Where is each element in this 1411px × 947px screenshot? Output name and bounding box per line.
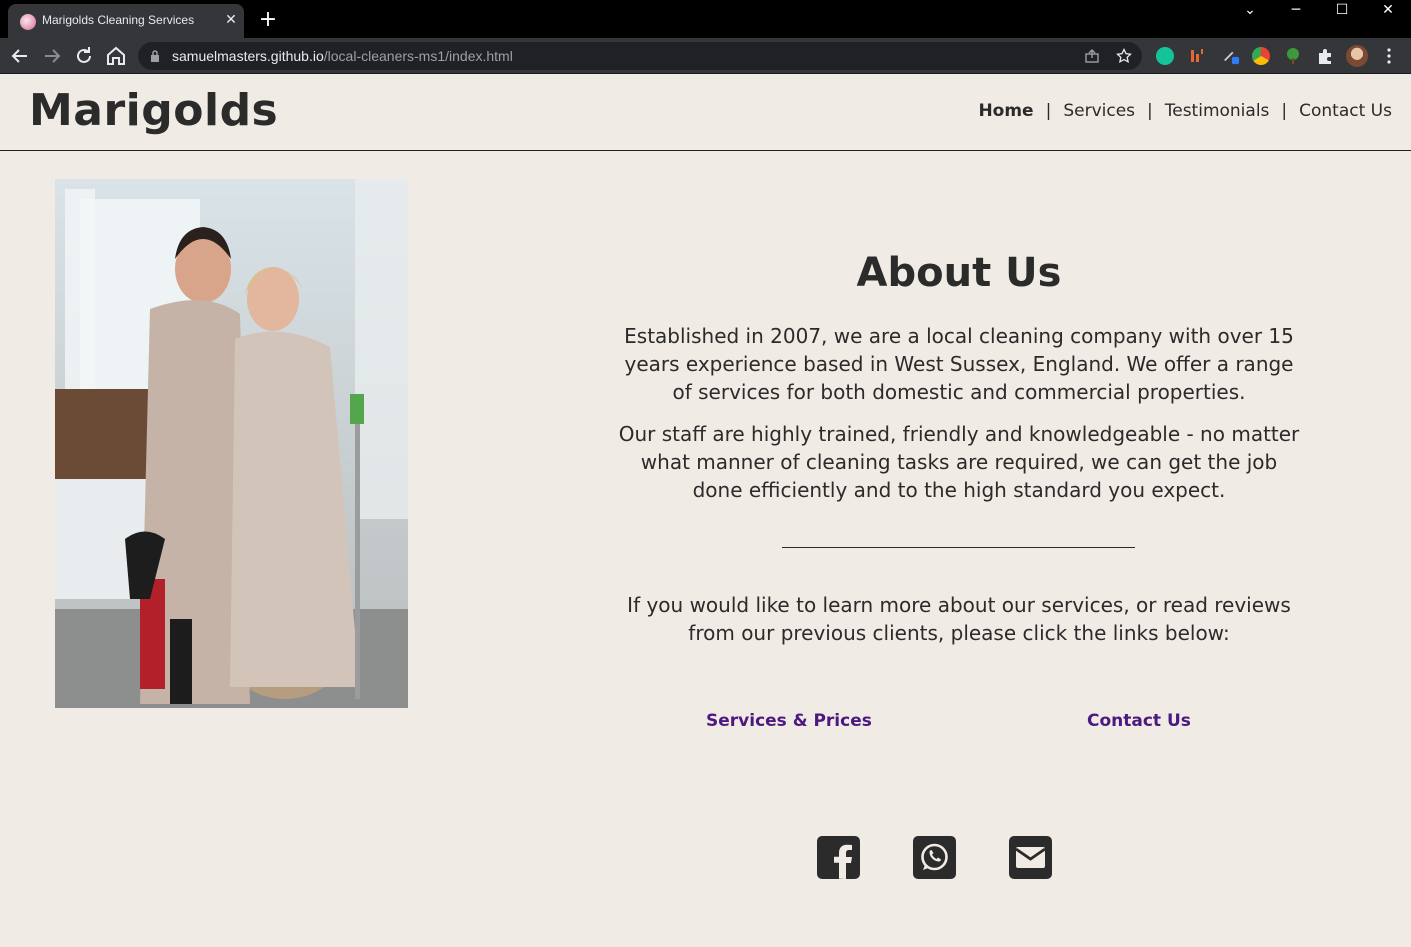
window-close-icon[interactable]: ✕ [1378, 0, 1398, 20]
facebook-icon[interactable] [817, 836, 860, 879]
lock-icon[interactable] [150, 50, 160, 62]
services-prices-link[interactable]: Services & Prices [706, 711, 872, 731]
nav-testimonials[interactable]: Testimonials [1165, 101, 1270, 121]
forward-arrow-icon[interactable] [40, 44, 64, 68]
maximize-icon[interactable]: ☐ [1332, 0, 1352, 20]
section-divider [782, 547, 1135, 548]
browser-tab-bar: Marigolds Cleaning Services ✕ + ⌄ ─ ☐ ✕ [0, 0, 1411, 38]
nav-separator: | [1045, 101, 1052, 121]
brand-logo[interactable]: Marigolds [29, 85, 278, 136]
whatsapp-icon[interactable] [913, 836, 956, 879]
minimize-icon[interactable]: ─ [1286, 0, 1306, 20]
url-text[interactable]: samuelmasters.github.io/local-cleaners-m… [172, 48, 513, 64]
browser-toolbar: samuelmasters.github.io/local-cleaners-m… [0, 38, 1411, 74]
main-nav: Home | Services | Testimonials | Contact… [978, 101, 1392, 121]
reload-icon[interactable] [72, 44, 96, 68]
cleaners-illustration [55, 179, 408, 708]
flower-favicon-icon [20, 14, 36, 30]
back-arrow-icon[interactable] [8, 44, 32, 68]
nav-home[interactable]: Home [978, 101, 1033, 121]
chrome-color-extension-icon[interactable] [1252, 47, 1270, 65]
cleaners-photo [55, 179, 408, 708]
browser-tab[interactable]: Marigolds Cleaning Services ✕ [8, 4, 244, 38]
share-icon[interactable] [1084, 48, 1100, 64]
nav-contact-us[interactable]: Contact Us [1299, 101, 1392, 121]
profile-avatar[interactable] [1346, 45, 1368, 67]
cta-text: If you would like to learn more about ou… [627, 593, 1291, 645]
tab-search-icon[interactable]: ⌄ [1240, 0, 1260, 20]
nav-services[interactable]: Services [1063, 101, 1135, 121]
new-tab-button[interactable]: + [256, 8, 280, 32]
address-bar[interactable]: samuelmasters.github.io/local-cleaners-m… [138, 42, 1142, 70]
about-section: About Us Established in 2007, we are a l… [605, 250, 1313, 518]
email-icon[interactable] [1009, 836, 1052, 879]
contact-us-link[interactable]: Contact Us [1087, 711, 1191, 731]
about-paragraph-1: Established in 2007, we are a local clea… [624, 324, 1294, 404]
tab-close-icon[interactable]: ✕ [222, 11, 240, 29]
grammarly-extension-icon[interactable] [1156, 47, 1174, 65]
about-title: About Us [856, 250, 1062, 296]
url-host: samuelmasters.github.io [172, 48, 324, 64]
dropper-extension-icon[interactable] [1222, 47, 1240, 65]
tab-title: Marigolds Cleaning Services [42, 13, 195, 27]
nav-separator: | [1147, 101, 1153, 121]
home-icon[interactable] [104, 44, 128, 68]
bar-extension-icon[interactable] [1188, 47, 1206, 65]
about-paragraph-2: Our staff are highly trained, friendly a… [618, 422, 1300, 502]
nav-separator: | [1281, 101, 1288, 121]
tree-extension-icon[interactable] [1284, 47, 1302, 65]
site-header: Marigolds Home | Services | Testimonials… [0, 75, 1411, 151]
extensions-puzzle-icon[interactable] [1316, 47, 1334, 65]
bookmark-star-icon[interactable] [1116, 48, 1132, 64]
kebab-menu-icon[interactable] [1380, 47, 1398, 65]
url-path: /local-cleaners-ms1/index.html [323, 48, 513, 64]
